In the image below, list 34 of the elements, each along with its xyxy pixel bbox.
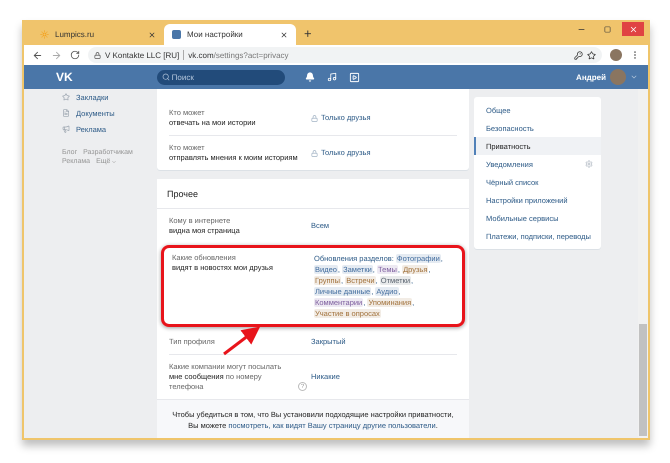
maximize-icon[interactable]: [604, 26, 610, 32]
scrollbar[interactable]: [638, 89, 648, 438]
lock-icon: [311, 150, 318, 156]
back-icon[interactable]: [32, 50, 43, 60]
profile-avatar[interactable]: [610, 49, 622, 61]
bell-icon[interactable]: [304, 72, 315, 82]
card-title: Прочее: [157, 179, 469, 209]
key-icon[interactable]: [574, 50, 583, 60]
caret-icon[interactable]: [630, 73, 638, 81]
close-icon[interactable]: [280, 30, 288, 38]
browser-tab[interactable]: Lumpics.ru: [32, 24, 164, 45]
megaphone-icon: [62, 125, 70, 133]
user-name[interactable]: Андрей: [576, 72, 606, 82]
search-icon: [162, 72, 170, 80]
lock-icon: [94, 52, 101, 58]
caret-icon: [111, 158, 118, 164]
document-icon: [62, 109, 70, 117]
vk-logo[interactable]: VK: [56, 70, 73, 84]
music-icon[interactable]: [326, 72, 337, 82]
sun-icon: [40, 30, 49, 39]
bookmark-star-icon[interactable]: [587, 50, 596, 60]
lock-icon: [311, 114, 318, 122]
new-tab-button[interactable]: +: [304, 26, 312, 41]
close-icon: [628, 24, 638, 34]
site-identity: V Kontakte LLC [RU]: [105, 50, 180, 60]
video-icon[interactable]: [348, 72, 360, 82]
url-text: vk.com/settings?act=privacy: [188, 50, 289, 60]
star-icon: [62, 93, 70, 101]
reload-icon[interactable]: [70, 50, 80, 60]
site-icon: [172, 30, 181, 39]
search-field[interactable]: Поиск: [156, 70, 285, 84]
browser-tab[interactable]: Мои настройки: [164, 24, 296, 45]
address-bar[interactable]: V Kontakte LLC [RU] vk.com/settings?act=privacy: [88, 47, 602, 63]
close-icon[interactable]: [148, 30, 156, 38]
